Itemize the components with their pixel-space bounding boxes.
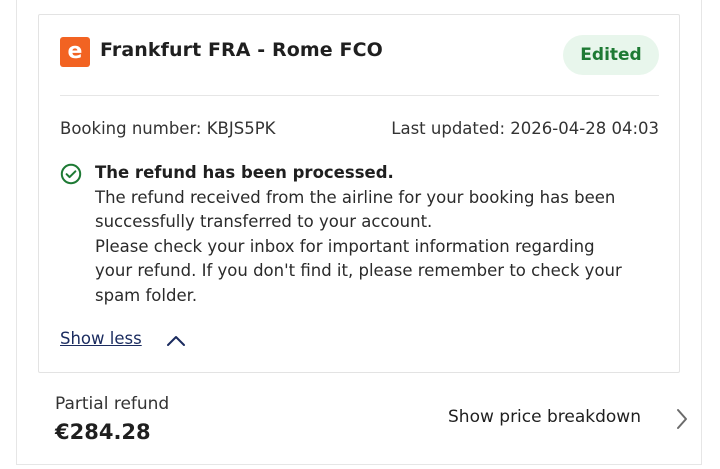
status-badge: Edited bbox=[563, 35, 659, 75]
show-price-breakdown-link[interactable]: Show price breakdown bbox=[448, 407, 641, 427]
last-updated: Last updated: 2026-04-28 04:03 bbox=[391, 119, 659, 138]
booking-panel: e Frankfurt FRA - Rome FCO Edited Bookin… bbox=[16, 0, 702, 465]
airline-logo-icon: e bbox=[60, 37, 90, 67]
notice-line: Please check your inbox for important in… bbox=[95, 236, 595, 256]
refund-amount: €284.28 bbox=[55, 420, 151, 444]
booking-number: Booking number: KBJS5PK bbox=[60, 119, 276, 138]
check-circle-icon bbox=[60, 163, 82, 185]
notice-line: The refund received from the airline for… bbox=[95, 187, 616, 207]
route-title: Frankfurt FRA - Rome FCO bbox=[100, 39, 383, 61]
show-less-link[interactable]: Show less bbox=[60, 329, 142, 348]
notice-line: spam folder. bbox=[95, 285, 198, 305]
notice-body: The refund has been processed. The refun… bbox=[95, 161, 670, 308]
header-divider bbox=[60, 95, 659, 96]
notice-line: your refund. If you don't find it, pleas… bbox=[95, 261, 622, 280]
booking-card: e Frankfurt FRA - Rome FCO Edited Bookin… bbox=[38, 14, 680, 373]
chevron-right-icon[interactable] bbox=[675, 407, 689, 431]
notice-title: The refund has been processed. bbox=[95, 163, 394, 182]
notice-line: successfully transferred to your account… bbox=[95, 212, 433, 231]
refund-label: Partial refund bbox=[55, 394, 170, 414]
chevron-up-icon[interactable] bbox=[166, 332, 186, 348]
booking-header: e Frankfurt FRA - Rome FCO Edited bbox=[60, 35, 659, 77]
